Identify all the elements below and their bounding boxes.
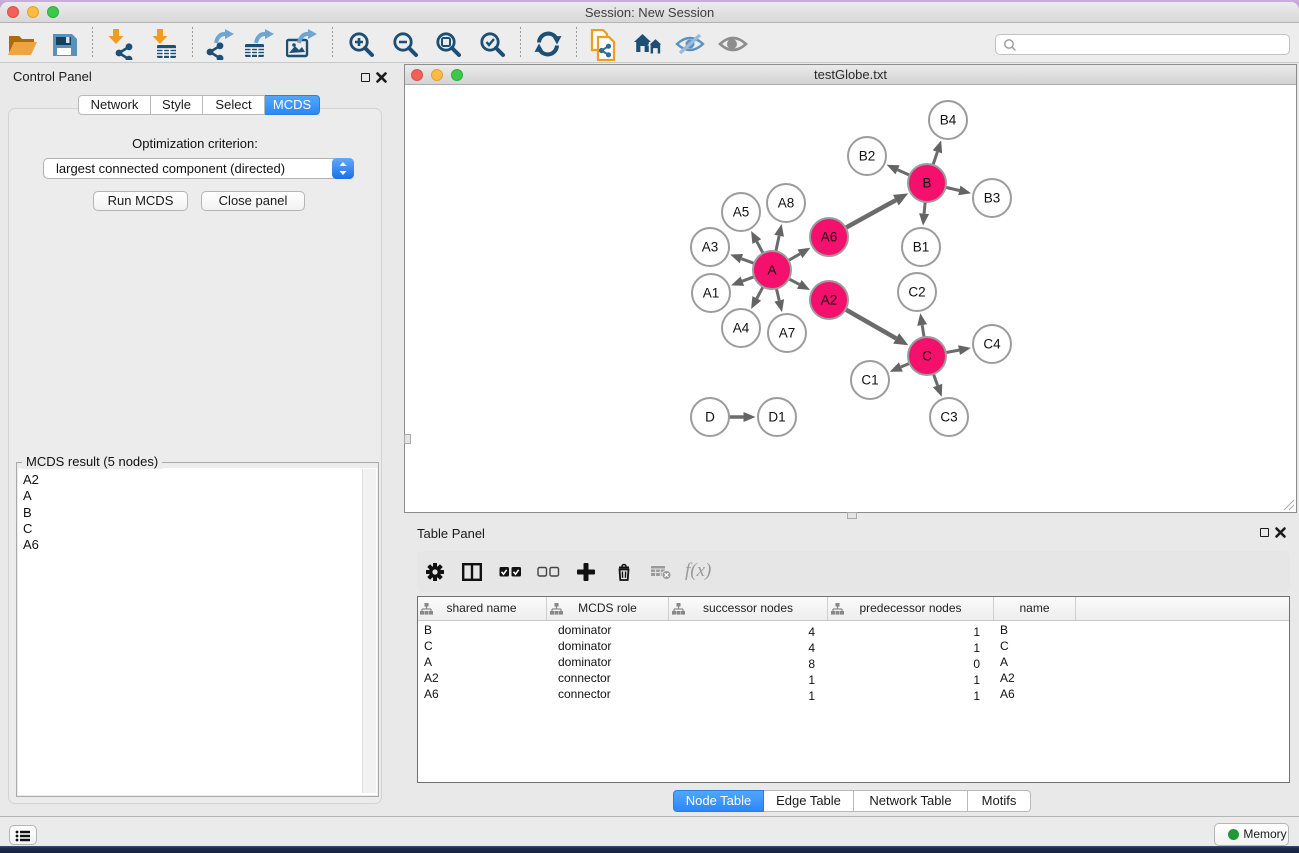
svg-text:C4: C4: [983, 337, 1001, 352]
svg-text:C1: C1: [861, 373, 878, 388]
svg-text:D1: D1: [768, 410, 785, 425]
svg-text:A8: A8: [778, 196, 795, 211]
svg-text:A2: A2: [821, 293, 838, 308]
svg-text:B2: B2: [859, 149, 876, 164]
svg-text:A6: A6: [821, 230, 838, 245]
svg-text:B3: B3: [984, 191, 1001, 206]
svg-text:C2: C2: [908, 285, 925, 300]
svg-text:C: C: [922, 349, 932, 364]
svg-text:B4: B4: [940, 113, 957, 128]
svg-text:A3: A3: [702, 240, 719, 255]
svg-text:B1: B1: [913, 240, 930, 255]
svg-text:C3: C3: [940, 410, 957, 425]
svg-text:A5: A5: [733, 205, 750, 220]
svg-text:A1: A1: [703, 286, 720, 301]
svg-text:A: A: [767, 263, 776, 278]
svg-text:A4: A4: [733, 321, 750, 336]
svg-text:B: B: [922, 176, 931, 191]
svg-text:D: D: [705, 410, 715, 425]
svg-text:A7: A7: [779, 326, 796, 341]
